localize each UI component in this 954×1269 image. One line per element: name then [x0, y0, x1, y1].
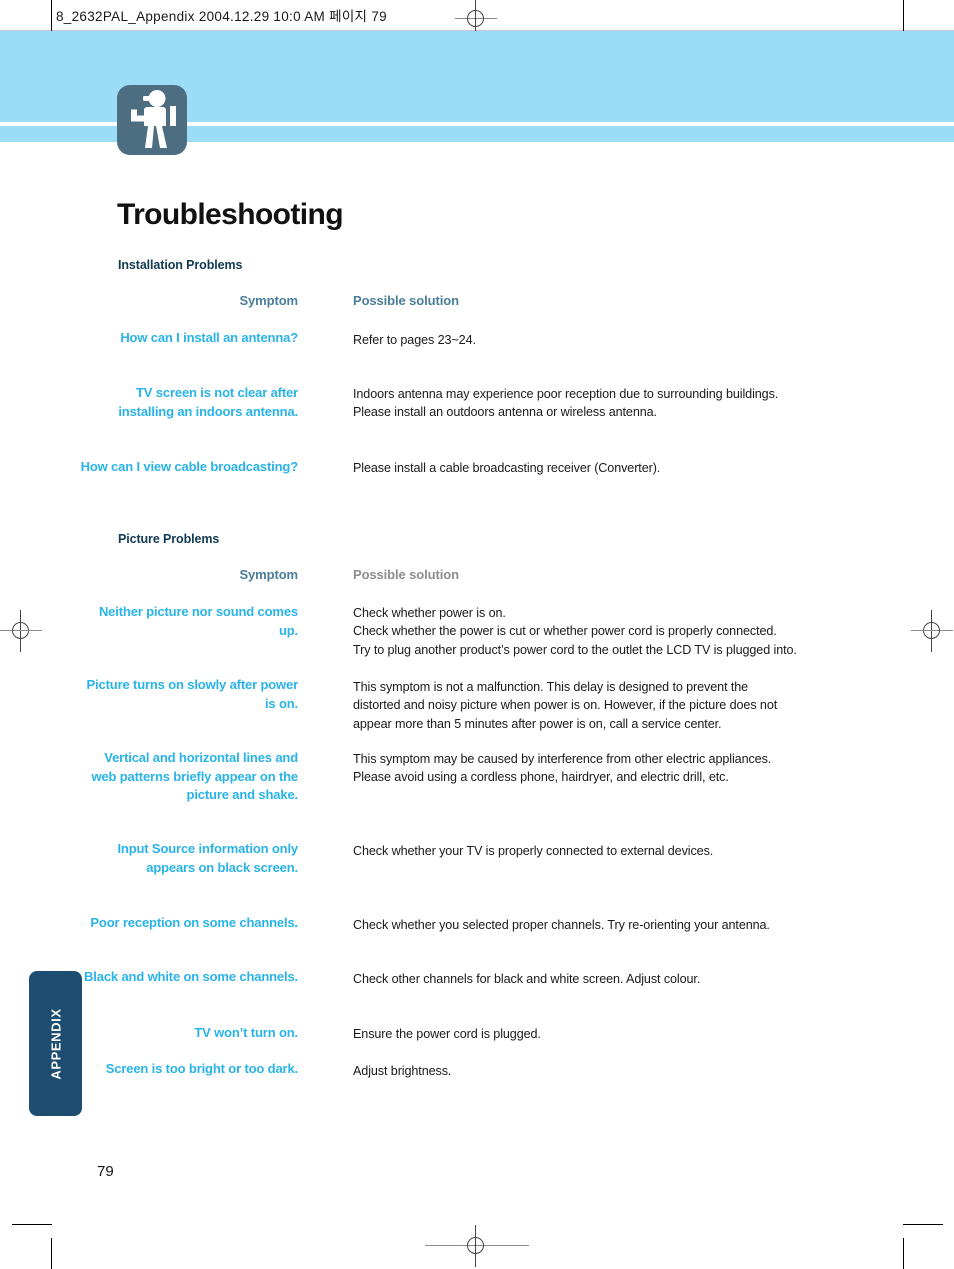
symptom-text: TV won’t turn on. [194, 1025, 298, 1040]
section-heading-installation: Installation Problems [118, 258, 243, 272]
solution-line: appear more than 5 minutes after power i… [353, 716, 722, 731]
solution-cell: Ensure the power cord is plugged. [353, 1025, 853, 1043]
symptom-text: Black and white on some channels. [84, 969, 298, 984]
table-row: Poor reception on some channels. [78, 914, 298, 933]
solution-cell: Adjust brightness. [353, 1062, 853, 1080]
symptom-text: Neither picture nor sound comes up. [98, 604, 298, 638]
page-title: Troubleshooting [117, 198, 344, 232]
solution-line: Refer to pages 23~24. [353, 333, 476, 347]
crop-mark-bottom-right-v [903, 1238, 904, 1269]
registration-mark-bottom [455, 1225, 497, 1267]
registration-rule-bottom-right [495, 1245, 529, 1246]
column-header-symptom-installation: Symptom [239, 293, 298, 308]
table-row: How can I install an antenna? [78, 329, 298, 348]
registration-mark-right [911, 610, 953, 652]
symptom-text: Poor reception on some channels. [90, 915, 298, 930]
symptom-text: Input Source information only appears on… [117, 841, 298, 875]
crop-mark-bottom-left-v [51, 1238, 52, 1269]
solution-line: This symptom is not a malfunction. This … [353, 680, 749, 694]
crop-mark-bottom-right-h [903, 1224, 943, 1225]
registration-rule-right [912, 630, 934, 631]
solution-line: Check other channels for black and white… [353, 972, 701, 986]
solution-line: Please avoid using a cordless phone, hai… [353, 770, 729, 785]
table-row: Picture turns on slowly after power is o… [78, 676, 299, 713]
solution-cell: Indoors antenna may experience poor rece… [353, 385, 853, 422]
appendix-side-tab: APPENDIX [29, 971, 82, 1116]
symptom-text: Vertical and horizontal lines and web pa… [91, 750, 298, 803]
appendix-side-tab-label: APPENDIX [48, 1007, 63, 1080]
solution-line: Check whether your TV is properly connec… [353, 844, 714, 858]
print-header-text: 8_2632PAL_Appendix 2004.12.29 10:0 AM 페이… [56, 9, 387, 24]
symptom-text: Picture turns on slowly after power is o… [86, 677, 299, 711]
solution-cell: Refer to pages 23~24. [353, 331, 853, 349]
section-heading-picture: Picture Problems [118, 532, 220, 546]
solution-cell: This symptom is not a malfunction. This … [353, 678, 853, 733]
table-row: Input Source information only appears on… [78, 840, 298, 877]
symptom-text: How can I install an antenna? [120, 330, 298, 345]
solution-line: Check whether power is on. [353, 606, 506, 620]
document-page: 8_2632PAL_Appendix 2004.12.29 10:0 AM 페이… [0, 0, 954, 1269]
table-row: Black and white on some channels. [78, 968, 298, 987]
symptom-text: How can I view cable broadcasting? [80, 459, 299, 474]
registration-mark-left [0, 610, 42, 652]
solution-cell: Please install a cable broadcasting rece… [353, 459, 853, 477]
column-header-solution-picture: Possible solution [353, 567, 459, 582]
table-row: TV screen is not clear after installing … [78, 384, 298, 421]
solution-line: Check whether you selected proper channe… [353, 918, 770, 932]
table-row: Neither picture nor sound comes up. [78, 603, 298, 640]
solution-cell: Check other channels for black and white… [353, 970, 853, 988]
page-number: 79 [97, 1163, 114, 1180]
crop-mark-bottom-left-h [12, 1224, 52, 1225]
solution-line: Ensure the power cord is plugged. [353, 1027, 541, 1041]
solution-line: Adjust brightness. [353, 1064, 452, 1078]
solution-cell: Check whether your TV is properly connec… [353, 842, 853, 860]
solution-line: Try to plug another product’s power cord… [353, 642, 797, 657]
solution-line: Check whether the power is cut or whethe… [353, 624, 777, 639]
symptom-text: Screen is too bright or too dark. [105, 1061, 298, 1076]
table-row: Vertical and horizontal lines and web pa… [78, 749, 298, 805]
hiker-icon [117, 85, 187, 155]
solution-line: Please install a cable broadcasting rece… [353, 461, 661, 475]
solution-line: Indoors antenna may experience poor rece… [353, 387, 779, 401]
symptom-text: TV screen is not clear after installing … [118, 385, 298, 419]
registration-rule-left [20, 630, 42, 631]
solution-line: distorted and noisy picture when power i… [353, 698, 778, 713]
table-row: TV won’t turn on. [78, 1024, 298, 1043]
column-header-solution-installation: Possible solution [353, 293, 459, 308]
table-row: Screen is too bright or too dark. [78, 1060, 298, 1079]
solution-line: Please install an outdoors antenna or wi… [353, 405, 657, 420]
column-header-symptom-picture: Symptom [239, 567, 298, 582]
solution-cell: Check whether you selected proper channe… [353, 916, 853, 934]
registration-rule-bottom-left [425, 1245, 459, 1246]
crop-mark-top-left-v [51, 0, 52, 31]
table-row: How can I view cable broadcasting? [78, 458, 299, 477]
solution-line: This symptom may be caused by interferen… [353, 752, 772, 766]
crop-mark-top-right-v [903, 0, 904, 31]
solution-cell: This symptom may be caused by interferen… [353, 750, 853, 787]
solution-cell: Check whether power is on. Check whether… [353, 604, 853, 659]
